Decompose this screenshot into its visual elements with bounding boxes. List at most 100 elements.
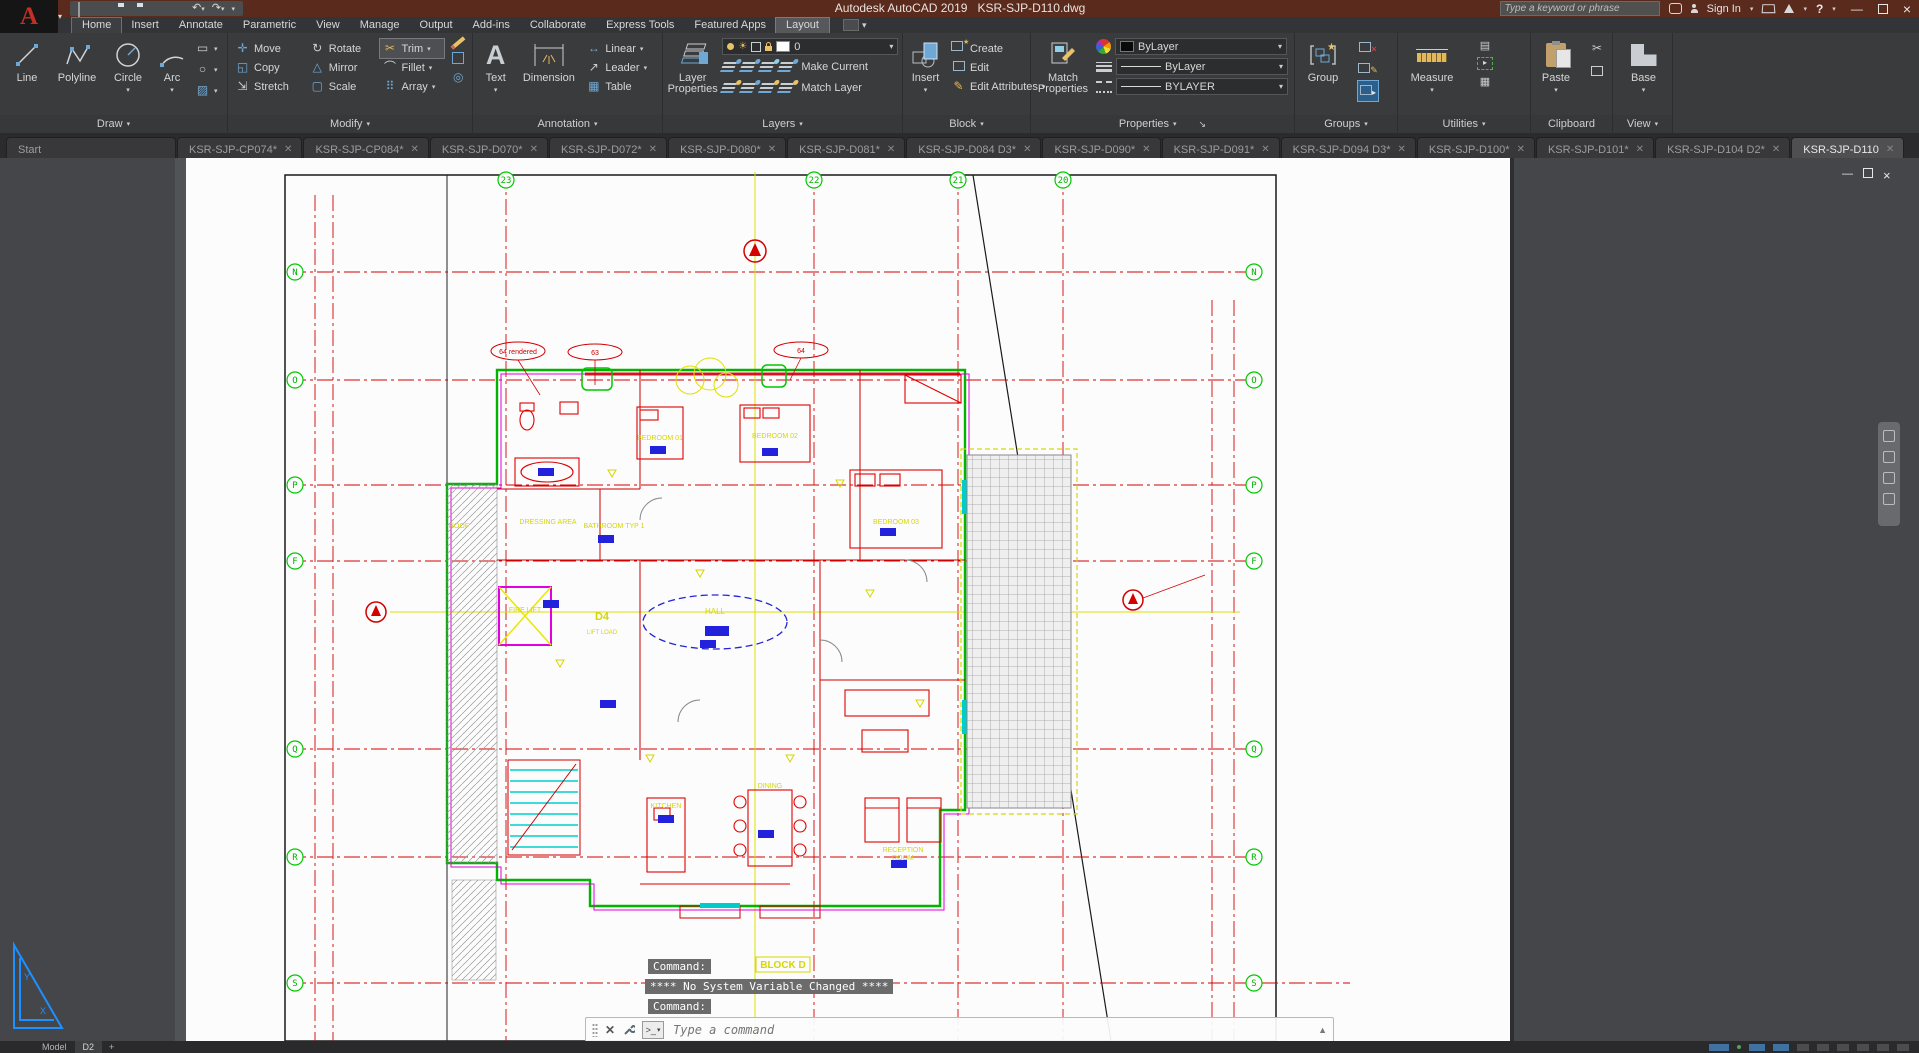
- ellipse-tool-icon[interactable]: ○▾: [192, 60, 222, 79]
- lineweight-toggle[interactable]: [1837, 1044, 1849, 1051]
- tab-close-icon[interactable]: ✕: [530, 145, 538, 155]
- tab-close-icon[interactable]: ✕: [1517, 145, 1525, 155]
- layout-tab-d2[interactable]: D2: [75, 1041, 103, 1053]
- file-tab-start[interactable]: Start: [6, 137, 176, 158]
- object-color-dropdown[interactable]: ByLayer ▾: [1115, 38, 1287, 55]
- panel-label-view[interactable]: View▾: [1613, 115, 1673, 133]
- circle-button[interactable]: Circle▾: [104, 35, 152, 115]
- text-button[interactable]: A Text▾: [477, 35, 514, 115]
- panel-label-clipboard[interactable]: Clipboard: [1531, 115, 1613, 133]
- line-button[interactable]: Line: [4, 35, 50, 115]
- make-current-button[interactable]: Make Current: [798, 58, 871, 77]
- tab-close-icon[interactable]: ✕: [1636, 145, 1644, 155]
- dimension-button[interactable]: Dimension: [518, 35, 579, 115]
- user-account-icon[interactable]: [1691, 9, 1698, 13]
- edit-attributes-button[interactable]: ✎Edit Attributes▾: [948, 77, 1028, 96]
- command-input[interactable]: [671, 1022, 1311, 1038]
- file-tab[interactable]: KSR-SJP-D084 D3*✕: [906, 137, 1041, 158]
- tab-parametric[interactable]: Parametric: [233, 18, 306, 33]
- search-binoculars-icon[interactable]: [1669, 3, 1682, 14]
- offset-icon[interactable]: ◎: [451, 71, 466, 84]
- select-objects-icon[interactable]: ▸: [1477, 57, 1493, 70]
- file-tab[interactable]: KSR-SJP-D094 D3*✕: [1281, 137, 1416, 158]
- doc-close-icon[interactable]: ×: [1883, 168, 1891, 183]
- scale-button[interactable]: ▢Scale: [307, 77, 378, 96]
- layer-select-dropdown[interactable]: ☀ 0 ▾: [722, 38, 898, 55]
- hatch-tool-icon[interactable]: ▨▾: [192, 81, 222, 100]
- quick-calculator-icon[interactable]: ▦: [1480, 75, 1490, 88]
- layer-off-icon[interactable]: [720, 62, 737, 72]
- doc-restore-icon[interactable]: [1863, 168, 1873, 178]
- trim-button[interactable]: ✂Trim▾: [380, 39, 445, 58]
- help-dropdown-icon[interactable]: ▾: [1832, 5, 1836, 13]
- tab-close-icon[interactable]: ✕: [768, 145, 776, 155]
- tab-close-icon[interactable]: ✕: [410, 145, 418, 155]
- customization-wrench-icon[interactable]: [622, 1024, 635, 1037]
- panel-label-draw[interactable]: Draw▾: [0, 115, 228, 133]
- cut-icon[interactable]: ✂: [1592, 41, 1602, 55]
- open-folder-icon[interactable]: [97, 3, 109, 14]
- layer-lock-icon[interactable]: [777, 62, 794, 72]
- panel-label-utilities[interactable]: Utilities▾: [1398, 115, 1531, 133]
- panel-label-annotation[interactable]: Annotation▾: [473, 115, 663, 133]
- linear-dimension-button[interactable]: ↔Linear▾: [583, 39, 660, 58]
- panel-label-block[interactable]: Block▾: [903, 115, 1031, 133]
- file-tab-active[interactable]: KSR-SJP-D110✕: [1791, 137, 1904, 158]
- tab-close-icon[interactable]: ✕: [1772, 145, 1780, 155]
- plot-icon[interactable]: [154, 3, 166, 14]
- fillet-button[interactable]: ⌒Fillet▾: [380, 58, 445, 77]
- tab-view[interactable]: View: [306, 18, 350, 33]
- panel-label-layers[interactable]: Layers▾: [663, 115, 903, 133]
- help-search-input[interactable]: Type a keyword or phrase: [1500, 1, 1660, 16]
- save-icon[interactable]: [116, 3, 128, 14]
- undo-icon[interactable]: ↶▾: [192, 3, 205, 15]
- measure-button[interactable]: Measure▾: [1402, 35, 1462, 115]
- table-button[interactable]: ▦Table: [583, 77, 660, 96]
- autodesk-share-icon[interactable]: [1784, 4, 1794, 13]
- tab-close-icon[interactable]: ✕: [1142, 145, 1150, 155]
- sign-in-dropdown-icon[interactable]: ▾: [1750, 5, 1754, 13]
- panel-label-modify[interactable]: Modify▾: [228, 115, 473, 133]
- file-tab[interactable]: KSR-SJP-D081*✕: [787, 137, 905, 158]
- move-button[interactable]: ✛Move: [232, 39, 305, 58]
- tab-featured-apps[interactable]: Featured Apps: [684, 18, 776, 33]
- tab-close-icon[interactable]: ✕: [649, 145, 657, 155]
- file-tab[interactable]: KSR-SJP-D100*✕: [1417, 137, 1535, 158]
- osnap-toggle[interactable]: [1817, 1044, 1829, 1051]
- insert-block-button[interactable]: Insert▾: [907, 35, 944, 115]
- stretch-button[interactable]: ⇲Stretch: [232, 77, 305, 96]
- plot-preview-icon[interactable]: [173, 3, 185, 14]
- layer-properties-button[interactable]: Layer Properties: [667, 35, 718, 115]
- properties-dialog-launcher-icon[interactable]: ↘: [1199, 119, 1207, 130]
- ortho-toggle[interactable]: [1773, 1044, 1789, 1051]
- panel-label-properties[interactable]: Properties▾↘: [1031, 115, 1295, 133]
- command-prompt-icon[interactable]: >_▾: [642, 1021, 664, 1039]
- rotate-button[interactable]: ↻Rotate: [307, 39, 378, 58]
- tab-output[interactable]: Output: [410, 18, 463, 33]
- new-file-icon[interactable]: [78, 3, 90, 14]
- help-icon[interactable]: ?: [1816, 2, 1823, 16]
- create-block-button[interactable]: ★Create: [948, 39, 1028, 58]
- tab-layout[interactable]: Layout: [776, 18, 829, 33]
- file-tab[interactable]: KSR-SJP-D080*✕: [668, 137, 786, 158]
- file-tab[interactable]: KSR-SJP-D090*✕: [1042, 137, 1160, 158]
- model-space-toggle[interactable]: [1709, 1044, 1729, 1051]
- drawing-canvas[interactable]: 23 22 21 20 N O P F Q R S N O P F Q R S: [0, 158, 1919, 1041]
- new-layout-button[interactable]: +: [102, 1042, 121, 1052]
- autocad-app-button[interactable]: A: [0, 0, 58, 33]
- pan-icon[interactable]: [1883, 451, 1895, 463]
- model-tab[interactable]: Model: [34, 1042, 75, 1052]
- match-layer-button[interactable]: Match Layer: [798, 79, 865, 98]
- tab-insert[interactable]: Insert: [121, 18, 169, 33]
- sign-in-button[interactable]: Sign In: [1707, 3, 1741, 15]
- polyline-button[interactable]: Polyline: [50, 35, 104, 115]
- arc-button[interactable]: Arc▾: [152, 35, 192, 115]
- layer-unlock-all-icon[interactable]: [758, 83, 775, 93]
- command-history-up-icon[interactable]: ▲: [1318, 1025, 1327, 1035]
- tab-annotate[interactable]: Annotate: [169, 18, 233, 33]
- command-bar-grip[interactable]: [592, 1023, 598, 1037]
- floorplan-drawing[interactable]: 23 22 21 20 N O P F Q R S N O P F Q R S: [0, 158, 1919, 1041]
- command-input-bar[interactable]: ✕ >_▾ ▲: [585, 1017, 1334, 1043]
- close-button[interactable]: ×: [1897, 3, 1917, 15]
- snap-toggle[interactable]: [1749, 1044, 1765, 1051]
